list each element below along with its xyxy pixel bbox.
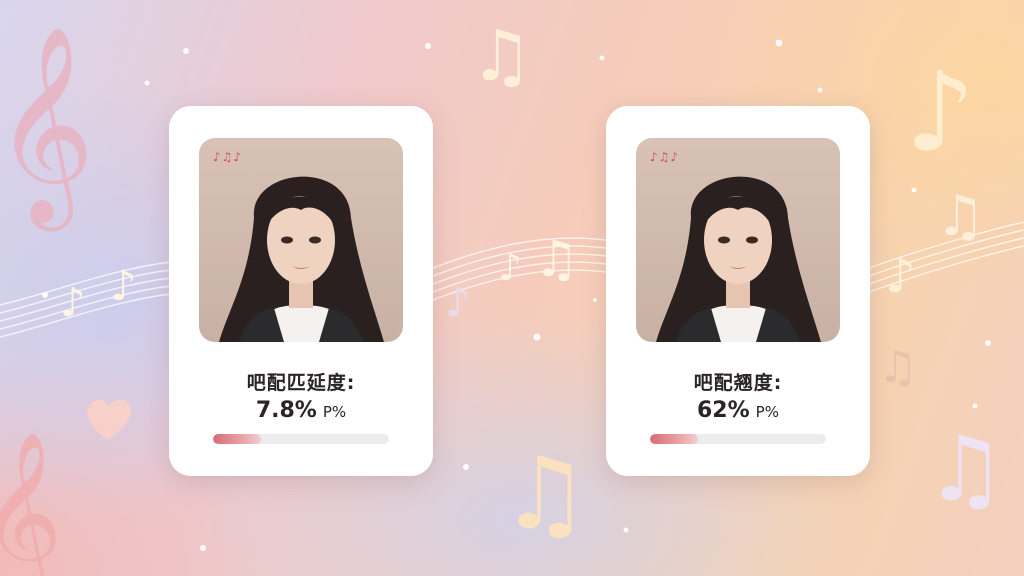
match-progress-bar bbox=[650, 434, 826, 444]
music-note-icon: ♪ bbox=[445, 280, 471, 326]
beamed-notes-icon: ♫ bbox=[925, 417, 1006, 522]
match-value: 62% bbox=[697, 398, 750, 423]
profile-card-left[interactable]: ♪♫♪ 吧配匹延度: 7.8% P% bbox=[169, 106, 433, 476]
match-unit: P% bbox=[322, 403, 347, 421]
brand-logo-icon: ♪♫♪ bbox=[213, 150, 243, 164]
beamed-notes-icon: ♫ bbox=[500, 435, 590, 552]
match-progress-bar bbox=[213, 434, 389, 444]
match-progress-fill bbox=[213, 434, 261, 444]
match-progress-fill bbox=[650, 434, 698, 444]
beamed-notes-icon: ♫ bbox=[534, 230, 579, 288]
music-note-icon: ♪ bbox=[60, 280, 86, 326]
match-value-row: 7.8% P% bbox=[169, 398, 433, 423]
music-note-icon: ♪ bbox=[905, 48, 975, 176]
match-label: 吧配匹延度: bbox=[246, 372, 356, 394]
music-note-icon: ♪ bbox=[110, 261, 137, 310]
heart-icon bbox=[87, 399, 132, 440]
background-scene: 𝄞 𝄞 ♫ ♪ ♫ ♪ ♫ ♫ ♫ ♪ ♪ ♪ ♪ ♫ ♪♫♪ 吧配匹延度: 7… bbox=[0, 0, 1024, 576]
profile-photo: ♪♫♪ bbox=[199, 138, 403, 342]
treble-clef-icon: 𝄞 bbox=[0, 25, 94, 231]
svg-text:♫: ♫ bbox=[470, 15, 533, 97]
match-value: 7.8% bbox=[255, 398, 317, 423]
treble-clef-icon: 𝄞 bbox=[0, 431, 63, 576]
decorations: 𝄞 𝄞 ♫ ♪ ♫ ♪ ♫ ♫ ♫ ♪ ♪ ♪ ♪ ♫ bbox=[0, 15, 1024, 576]
match-unit: P% bbox=[755, 403, 779, 421]
match-label: 吧配翘度: bbox=[693, 372, 783, 394]
portrait-image bbox=[199, 138, 403, 342]
beamed-notes-icon: ♫ bbox=[878, 342, 917, 393]
music-note-icon: ♪ bbox=[885, 248, 916, 304]
profile-card-right[interactable]: ♪♫♪ 吧配翘度: 62% P% bbox=[606, 106, 870, 476]
profile-photo: ♪♫♪ bbox=[636, 138, 840, 342]
beamed-notes-icon: ♫ bbox=[935, 184, 985, 249]
beamed-notes-icon: ♫ bbox=[470, 15, 533, 97]
match-value-row: 62% P% bbox=[606, 398, 870, 423]
brand-logo-icon: ♪♫♪ bbox=[650, 150, 680, 164]
music-note-icon: ♪ bbox=[498, 245, 522, 289]
portrait-image bbox=[636, 138, 840, 342]
